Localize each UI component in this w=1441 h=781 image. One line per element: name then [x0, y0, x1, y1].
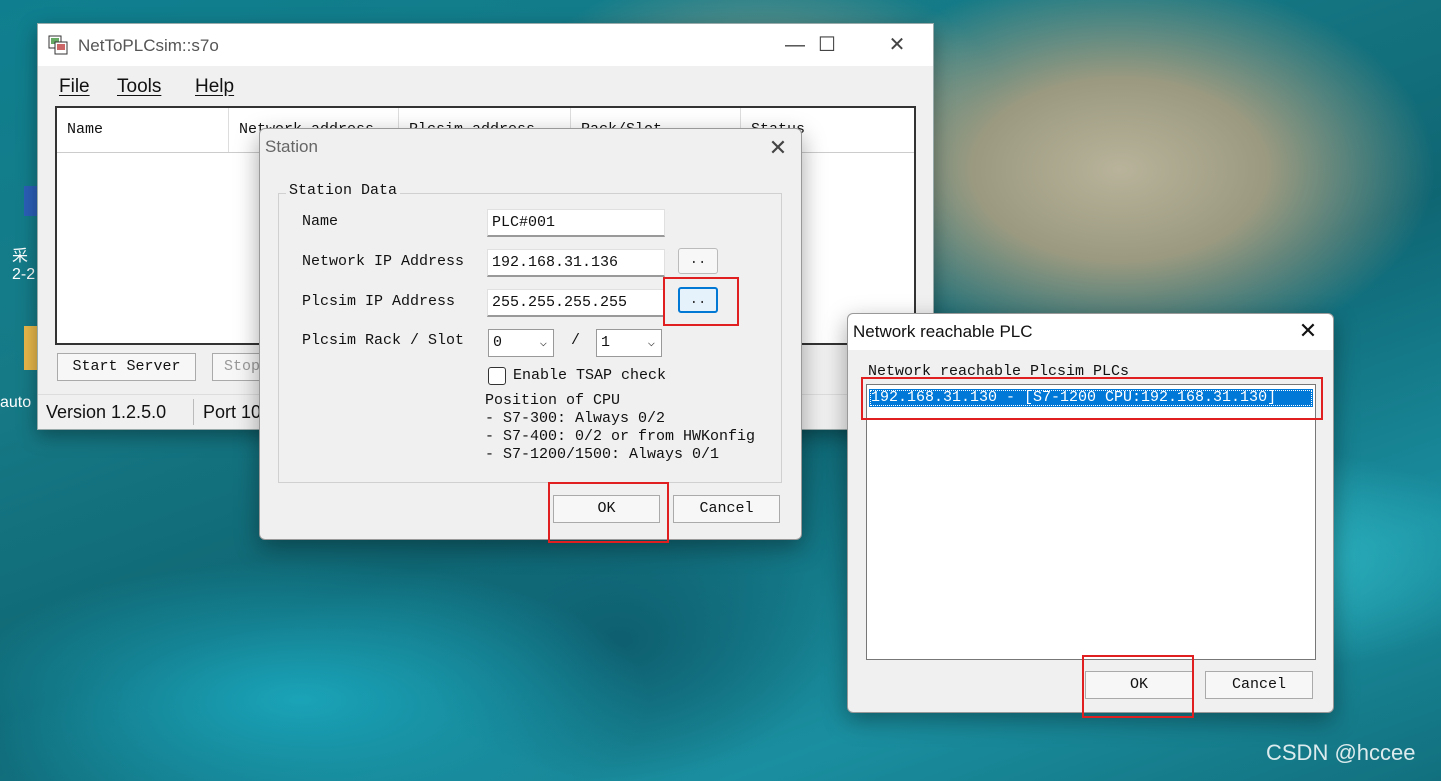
desktop-icon-folder[interactable] — [24, 326, 38, 370]
chevron-down-icon: ⌵ — [539, 336, 547, 350]
cpu-position-line: - S7-300: Always 0/2 — [485, 410, 666, 427]
browse-plcsim-ip-button[interactable]: .. — [678, 287, 718, 313]
menubar: File Tools Help — [38, 68, 933, 98]
network-plc-list[interactable]: 192.168.31.130 - [S7-1200 CPU:192.168.31… — [866, 384, 1316, 660]
desktop-label-fragment: 采 — [12, 248, 29, 265]
plcsim-ip-field[interactable]: 255.255.255.255 — [487, 289, 665, 317]
network-ip-field[interactable]: 192.168.31.136 — [487, 249, 665, 277]
station-ok-button[interactable]: OK — [553, 495, 660, 523]
slot-select[interactable]: 1 ⌵ — [596, 329, 662, 357]
app-icon — [48, 35, 68, 55]
version-text: Version 1.2.5.0 — [46, 402, 167, 422]
list-item[interactable]: 192.168.31.130 - [S7-1200 CPU:192.168.31… — [869, 389, 1313, 407]
network-dialog-title: Network reachable PLC — [853, 322, 1033, 341]
menu-help[interactable]: Help — [195, 76, 234, 98]
close-button[interactable]: ✕ — [884, 32, 910, 58]
station-dialog: Station ✕ Station Data Name PLC#001 Netw… — [259, 128, 802, 540]
main-titlebar[interactable]: NetToPLCsim::s7o — ☐ ✕ — [38, 24, 933, 66]
main-window-title: NetToPLCsim::s7o — [78, 36, 219, 55]
name-label: Name — [302, 213, 339, 230]
tsap-label: Enable TSAP check — [513, 367, 667, 384]
network-ip-label: Network IP Address — [302, 253, 465, 270]
rack-select[interactable]: 0 ⌵ — [488, 329, 554, 357]
network-list-label: Network reachable Plcsim PLCs — [868, 363, 1130, 380]
column-header-name[interactable]: Name — [57, 108, 229, 152]
plcsim-ip-label: Plcsim IP Address — [302, 293, 456, 310]
group-title: Station Data — [286, 182, 401, 199]
status-divider — [193, 399, 194, 425]
cpu-position-line: - S7-1200/1500: Always 0/1 — [485, 446, 720, 463]
start-server-button[interactable]: Start Server — [57, 353, 196, 381]
network-dialog-titlebar[interactable]: Network reachable PLC ✕ — [848, 314, 1333, 350]
close-icon[interactable]: ✕ — [1294, 318, 1322, 346]
tsap-checkbox[interactable] — [488, 367, 506, 385]
watermark-text: CSDN @hccee — [1266, 740, 1416, 765]
network-plc-dialog: Network reachable PLC ✕ Network reachabl… — [847, 313, 1334, 713]
station-dialog-title: Station — [265, 137, 318, 156]
network-ok-button[interactable]: OK — [1085, 671, 1193, 699]
station-cancel-button[interactable]: Cancel — [673, 495, 780, 523]
menu-tools[interactable]: Tools — [117, 76, 161, 98]
menu-file[interactable]: File — [59, 76, 90, 98]
cpu-position-title: Position of CPU — [485, 392, 621, 409]
chevron-down-icon: ⌵ — [647, 336, 655, 350]
rack-value: 0 — [493, 334, 503, 351]
minimize-button[interactable]: — — [782, 32, 808, 58]
name-field[interactable]: PLC#001 — [487, 209, 665, 237]
network-cancel-button[interactable]: Cancel — [1205, 671, 1313, 699]
desktop-label-fragment: auto — [0, 394, 32, 411]
browse-network-ip-button[interactable]: .. — [678, 248, 718, 274]
port-text: Port 10 — [203, 402, 262, 422]
desktop-label-fragment: 2-2 — [12, 266, 36, 283]
rack-slot-label: Plcsim Rack / Slot — [302, 332, 465, 349]
maximize-button[interactable]: ☐ — [814, 32, 840, 58]
cpu-position-line: - S7-400: 0/2 or from HWKonfig — [485, 428, 756, 445]
slot-value: 1 — [601, 334, 611, 351]
slot-separator: / — [571, 332, 581, 349]
close-icon[interactable]: ✕ — [764, 135, 792, 163]
